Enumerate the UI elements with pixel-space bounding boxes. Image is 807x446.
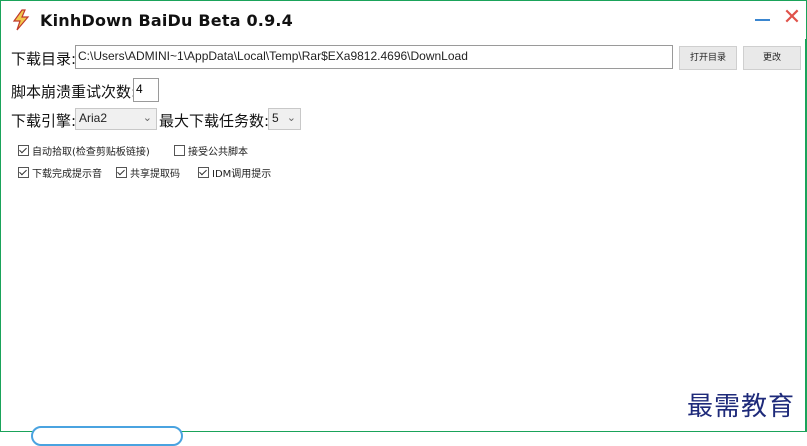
open-dir-button[interactable]: 打开目录 [679, 46, 737, 70]
download-dir-input[interactable]: C:\Users\ADMINI~1\AppData\Local\Temp\Rar… [75, 45, 673, 69]
change-dir-button[interactable]: 更改 [743, 46, 801, 70]
download-dir-label: 下载目录: [11, 50, 77, 68]
auto-pick-checkbox[interactable]: 自动拾取(检查剪贴板链接) [18, 143, 150, 158]
checkbox-checked-icon [198, 167, 209, 178]
chevron-down-icon: ⌄ [142, 112, 152, 124]
idm-hint-checkbox[interactable]: IDM调用提示 [198, 165, 271, 180]
chevron-down-icon: ⌄ [286, 112, 296, 124]
engine-label: 下载引擎: [11, 112, 77, 130]
checkbox-checked-icon [18, 167, 29, 178]
app-window: KinhDown BaiDu Beta 0.9.4 ✕ 下载目录: C:\Use… [0, 0, 807, 446]
public-script-checkbox[interactable]: 接受公共脚本 [174, 143, 248, 158]
minimize-icon[interactable] [753, 9, 773, 29]
title-bar[interactable]: KinhDown BaiDu Beta 0.9.4 ✕ [1, 1, 806, 39]
bottom-button-edge [31, 426, 183, 446]
close-icon[interactable]: ✕ [781, 7, 803, 31]
checkbox-checked-icon [116, 167, 127, 178]
done-sound-label: 下载完成提示音 [32, 169, 102, 180]
done-sound-checkbox[interactable]: 下载完成提示音 [18, 165, 102, 180]
public-script-label: 接受公共脚本 [188, 147, 248, 158]
share-code-label: 共享提取码 [130, 169, 180, 180]
max-tasks-select[interactable]: 5 ⌄ [268, 108, 301, 130]
retry-count-input[interactable]: 4 [133, 78, 159, 102]
auto-pick-label: 自动拾取(检查剪贴板链接) [32, 147, 150, 158]
engine-select[interactable]: Aria2 ⌄ [75, 108, 157, 130]
share-code-checkbox[interactable]: 共享提取码 [116, 165, 180, 180]
retry-label: 脚本崩溃重试次数: [11, 83, 137, 101]
idm-hint-label: IDM调用提示 [212, 169, 272, 180]
max-tasks-label: 最大下载任务数: [159, 112, 270, 130]
checkbox-empty-icon [174, 145, 185, 156]
lightning-app-icon [12, 9, 30, 31]
checkbox-checked-icon [18, 145, 29, 156]
max-tasks-select-value: 5 [272, 111, 279, 125]
watermark-text: 最需教育 [687, 392, 796, 422]
engine-select-value: Aria2 [79, 111, 108, 125]
window-title: KinhDown BaiDu Beta 0.9.4 [40, 11, 294, 30]
